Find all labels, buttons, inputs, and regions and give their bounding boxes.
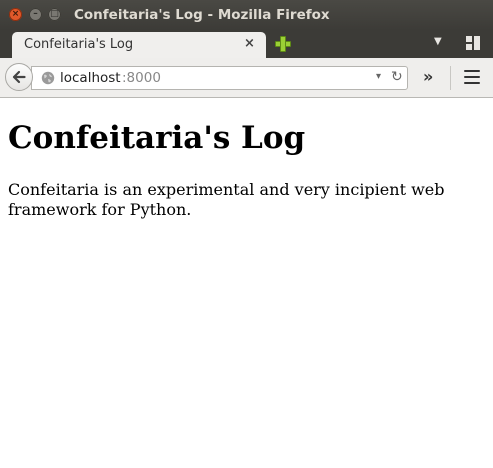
dropdown-icon[interactable]: ▾ bbox=[376, 71, 381, 82]
window-title: Confeitaria's Log - Mozilla Firefox bbox=[74, 7, 330, 23]
tab-list-icon[interactable]: ▼ bbox=[434, 36, 442, 47]
tab-close-icon[interactable]: × bbox=[244, 36, 255, 51]
page-paragraph: Confeitaria is an experimental and very … bbox=[8, 180, 445, 219]
tab-strip: Confeitaria's Log × ▼ bbox=[0, 30, 493, 58]
tab-title: Confeitaria's Log bbox=[24, 37, 134, 52]
page-content: Confeitaria's Log Confeitaria is an expe… bbox=[0, 98, 493, 468]
page-heading: Confeitaria's Log bbox=[8, 120, 306, 156]
maximize-window-button[interactable]: □ bbox=[48, 8, 61, 21]
minimize-window-button[interactable]: – bbox=[29, 8, 42, 21]
overflow-icon[interactable]: » bbox=[423, 67, 433, 86]
globe-icon bbox=[41, 71, 55, 85]
url-port: :8000 bbox=[122, 70, 161, 86]
url-host: localhost bbox=[60, 70, 121, 86]
menu-icon[interactable] bbox=[464, 70, 480, 84]
new-tab-icon[interactable] bbox=[274, 35, 292, 53]
title-bar: × – □ Confeitaria's Log - Mozilla Firefo… bbox=[0, 0, 493, 30]
tab-groups-icon[interactable] bbox=[466, 36, 480, 50]
reload-icon[interactable]: ↻ bbox=[391, 69, 403, 85]
back-button[interactable] bbox=[5, 63, 33, 91]
close-window-button[interactable]: × bbox=[9, 8, 22, 21]
back-icon bbox=[12, 70, 26, 84]
tab-active[interactable]: Confeitaria's Log × bbox=[12, 32, 266, 58]
toolbar-separator bbox=[450, 66, 451, 90]
navigation-toolbar: localhost :8000 ▾ ↻ » bbox=[0, 58, 493, 98]
url-bar[interactable]: localhost :8000 ▾ ↻ bbox=[31, 66, 408, 90]
